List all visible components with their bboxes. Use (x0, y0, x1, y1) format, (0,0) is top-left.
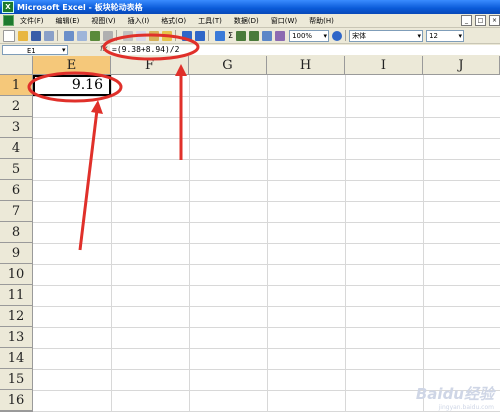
save-icon[interactable] (31, 30, 41, 41)
menu-edit[interactable]: 编辑(E) (56, 16, 80, 26)
gridline (33, 243, 500, 244)
gridline (33, 327, 500, 328)
row-header-8[interactable]: 8 (0, 222, 33, 243)
menu-help[interactable]: 帮助(H) (309, 16, 334, 26)
row-header-6[interactable]: 6 (0, 180, 33, 201)
restore-button[interactable]: □ (475, 15, 486, 26)
column-header-f[interactable]: F (111, 56, 189, 75)
open-icon[interactable] (18, 30, 28, 41)
row-header-4[interactable]: 4 (0, 138, 33, 159)
research-icon[interactable] (103, 30, 113, 41)
chart-wizard-icon[interactable] (262, 30, 273, 41)
font-size-select[interactable]: 12 (426, 29, 465, 42)
gridline (33, 180, 500, 181)
gridline (33, 306, 500, 307)
toolbar-separator (345, 30, 347, 41)
formula-input[interactable]: =(9.38+8.94)/2 (110, 45, 500, 55)
window-title: Microsoft Excel - 板块轮动表格 (17, 2, 143, 12)
drawing-icon[interactable] (275, 30, 286, 41)
gridline (33, 369, 500, 370)
worksheet-grid[interactable]: E F G H I J 1 2 3 4 5 6 7 8 9 10 11 12 1… (0, 56, 500, 412)
watermark-logo: Baidu经验 (415, 385, 494, 403)
row-header-16[interactable]: 16 (0, 390, 33, 411)
row-header-14[interactable]: 14 (0, 348, 33, 369)
row-header-7[interactable]: 7 (0, 201, 33, 222)
copy-icon[interactable] (136, 30, 146, 41)
gridline (33, 159, 500, 160)
title-bar: X Microsoft Excel - 板块轮动表格 (0, 0, 500, 14)
column-header-g[interactable]: G (189, 56, 267, 75)
row-header-2[interactable]: 2 (0, 96, 33, 117)
toolbar-separator (57, 30, 58, 41)
formula-bar: E1 ▾ fx =(9.38+8.94)/2 (0, 44, 500, 56)
gridline (33, 348, 500, 349)
menu-format[interactable]: 格式(O) (161, 16, 186, 26)
row-header-1[interactable]: 1 (0, 75, 33, 96)
row-header-12[interactable]: 12 (0, 306, 33, 327)
menu-window[interactable]: 窗口(W) (271, 16, 297, 26)
workbook-icon[interactable] (3, 15, 14, 26)
zoom-select[interactable]: 100% (289, 29, 330, 42)
cell-e1[interactable]: 9.16 (33, 75, 111, 96)
menu-file[interactable]: 文件(F) (20, 16, 44, 26)
standard-toolbar: Σ 100% 宋体 12 (0, 28, 500, 44)
menu-view[interactable]: 视图(V) (91, 16, 115, 26)
watermark-url: jingyan.baidu.com (438, 404, 494, 411)
gridline (33, 117, 500, 118)
font-name-select[interactable]: 宋体 (349, 29, 424, 42)
column-header-e[interactable]: E (33, 56, 111, 75)
row-header-9[interactable]: 9 (0, 243, 33, 264)
autosum-icon[interactable]: Σ (228, 31, 233, 40)
name-box-dropdown-icon[interactable]: ▾ (62, 46, 66, 54)
gridline (33, 285, 500, 286)
menu-data[interactable]: 数据(D) (234, 16, 259, 26)
gridline (33, 222, 500, 223)
name-box[interactable]: E1 (2, 45, 68, 55)
toolbar-separator (116, 30, 117, 41)
insert-function-icon[interactable]: fx (100, 44, 108, 53)
new-icon[interactable] (3, 29, 15, 42)
menu-tools[interactable]: 工具(T) (198, 16, 222, 26)
close-button[interactable]: × (489, 15, 500, 26)
sort-ascending-icon[interactable] (236, 30, 247, 41)
sort-descending-icon[interactable] (249, 30, 260, 41)
row-header-11[interactable]: 11 (0, 285, 33, 306)
select-all-corner[interactable] (0, 56, 33, 75)
gridline (33, 96, 500, 97)
row-header-15[interactable]: 15 (0, 369, 33, 390)
gridline (33, 201, 500, 202)
minimize-button[interactable]: _ (461, 15, 472, 26)
format-painter-icon[interactable] (162, 30, 172, 41)
excel-app-icon: X (2, 1, 14, 13)
column-header-i[interactable]: I (345, 56, 423, 75)
row-header-5[interactable]: 5 (0, 159, 33, 180)
cut-icon[interactable] (123, 30, 133, 41)
spelling-icon[interactable] (90, 30, 100, 41)
gridline (33, 264, 500, 265)
print-preview-icon[interactable] (77, 30, 87, 41)
menu-insert[interactable]: 插入(I) (128, 16, 150, 26)
hyperlink-icon[interactable] (215, 30, 225, 41)
redo-icon[interactable] (195, 30, 205, 41)
column-header-h[interactable]: H (267, 56, 345, 75)
toolbar-separator (208, 30, 209, 41)
menu-bar: 文件(F) 编辑(E) 视图(V) 插入(I) 格式(O) 工具(T) 数据(D… (0, 14, 500, 28)
print-icon[interactable] (64, 30, 74, 41)
permission-icon[interactable] (44, 30, 54, 41)
toolbar-separator (175, 30, 176, 41)
row-header-3[interactable]: 3 (0, 117, 33, 138)
row-header-13[interactable]: 13 (0, 327, 33, 348)
undo-icon[interactable] (182, 30, 192, 41)
gridline (33, 138, 500, 139)
help-icon[interactable] (332, 30, 343, 41)
column-header-j[interactable]: J (423, 56, 500, 75)
paste-icon[interactable] (149, 30, 159, 41)
row-header-10[interactable]: 10 (0, 264, 33, 285)
